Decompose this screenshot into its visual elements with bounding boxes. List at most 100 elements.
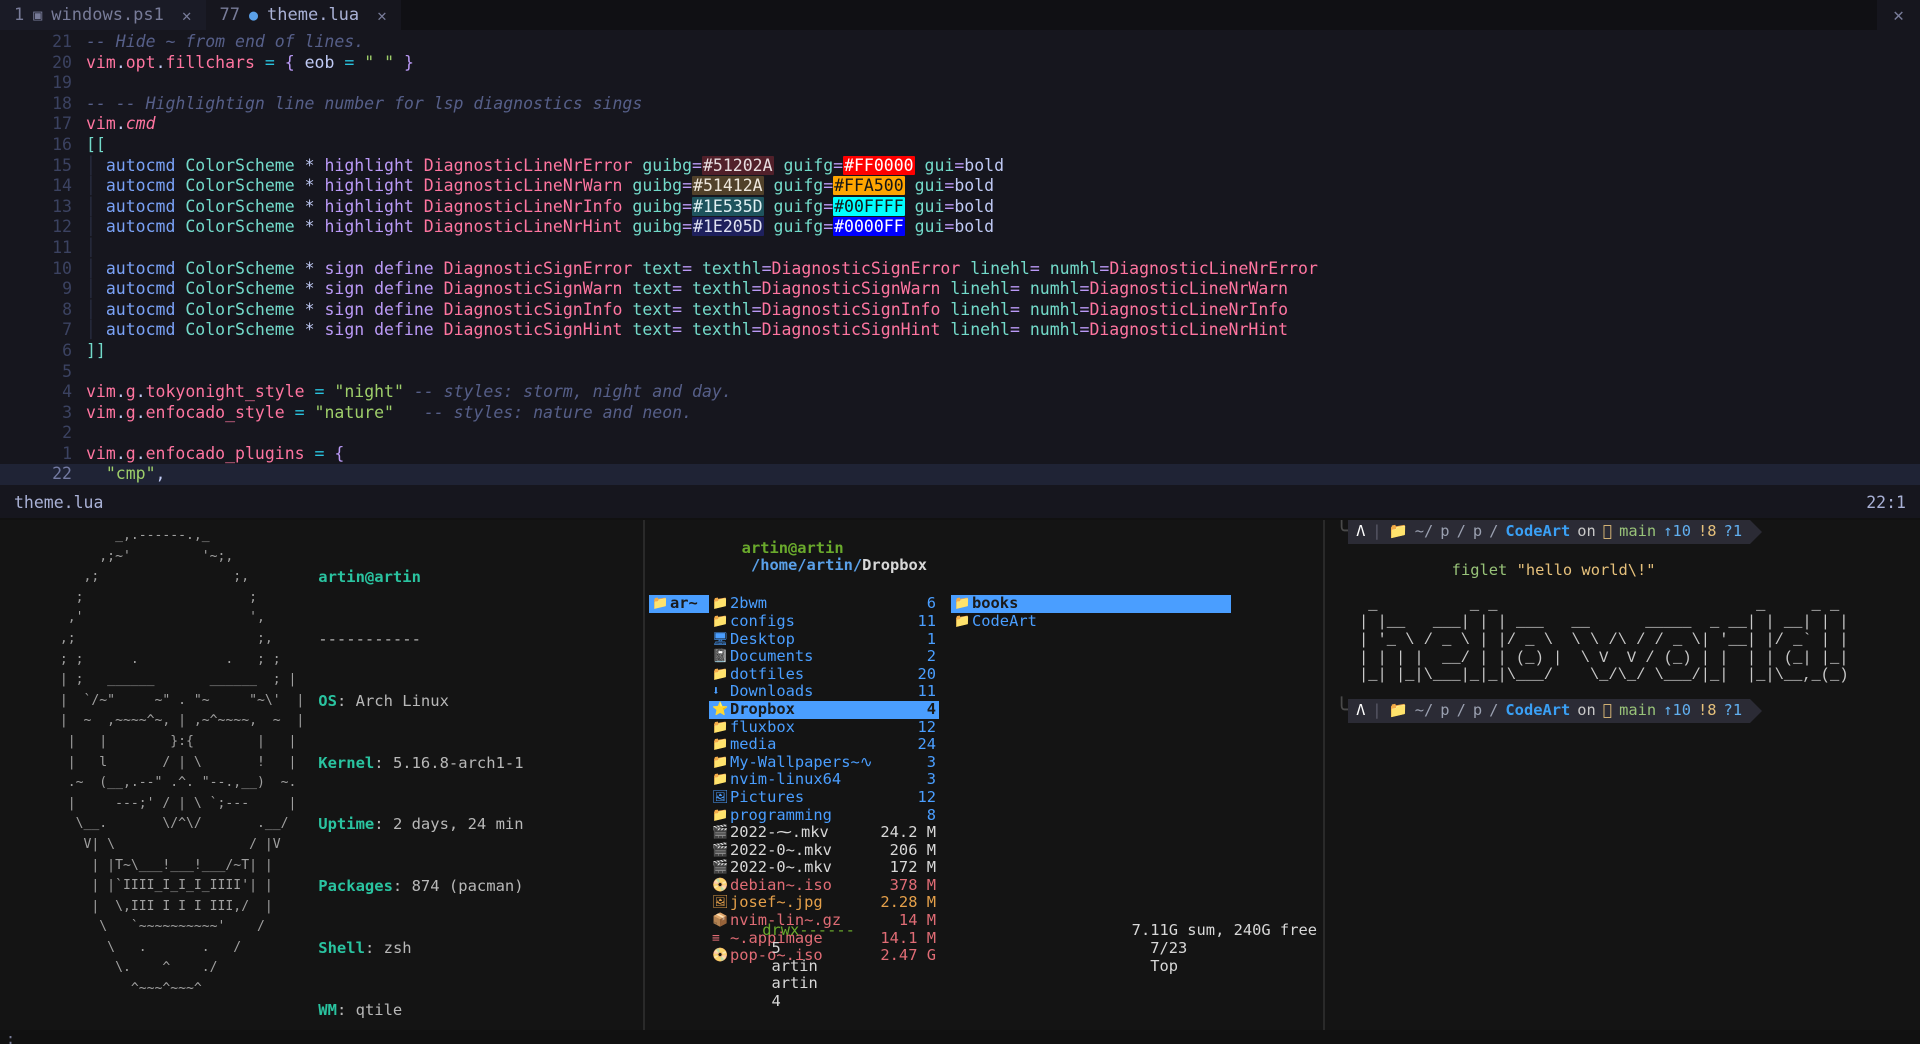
item-size: 12 [917, 787, 936, 806]
code-line: 4 vim.g.tokyonight_style = "night" -- st… [0, 382, 1920, 403]
shell-prompt: ╰ Λ | 📁 ~/p/p/CodeArt on  main ↑10 !8 ?… [1335, 698, 1920, 723]
close-icon[interactable]: ✕ [182, 6, 192, 25]
item-size: 11 [917, 682, 936, 701]
ranger-item-selected[interactable]: ⭐ Dropbox 4 [709, 699, 939, 719]
documents-icon: 📓 [712, 649, 729, 665]
item-label: debian~.iso [730, 875, 832, 894]
item-size: 11 [917, 611, 936, 630]
line-number: 17 [52, 114, 72, 134]
statusline-filename: theme.lua [14, 493, 104, 512]
prompt-segment: Λ | 📁 ~/p/p/CodeArt on  main ↑10 !8 ?1 [1348, 520, 1751, 544]
arch-logo-icon: Λ [1356, 522, 1366, 541]
ranger-item[interactable]: 📁 2bwm 6 [709, 595, 939, 613]
command-name: figlet [1451, 560, 1508, 579]
shell-command-line[interactable]: figlet "hello world\!" [1359, 544, 1920, 597]
ranger-user: artin@artin [741, 538, 844, 557]
ranger-item[interactable]: 📓 Documents 2 [709, 648, 939, 666]
item-label: nvim-linux64 [730, 770, 842, 789]
file-permissions: drwx------ [762, 921, 855, 940]
folder-icon: 📁 [712, 754, 729, 770]
prompt-tail-icon [1750, 698, 1763, 723]
code-line: 12 │ autocmd ColorScheme * highlight Dia… [0, 217, 1920, 238]
prompt-tail-icon [1750, 520, 1763, 544]
iso-file-icon: 📀 [712, 877, 729, 893]
git-modified-count: !8 [1688, 522, 1717, 541]
vim-cmdline[interactable]: : [0, 1030, 1920, 1044]
item-size: 1 [926, 629, 936, 648]
close-icon[interactable]: ✕ [377, 6, 387, 25]
line-number: 10 [52, 258, 72, 278]
item-label: configs [730, 611, 795, 630]
tab-number: 1 [14, 5, 25, 25]
neofetch-pane[interactable]: _,.------.,_ ,;~' '~;, ,; ;, ; ; ,' ', ,… [0, 520, 645, 1032]
group: artin [771, 974, 818, 993]
ranger-item[interactable]: 📁 programming 8 [709, 806, 939, 825]
editor-tab-theme-lua[interactable]: 77 ● theme.lua ✕ [205, 0, 401, 30]
line-number: 9 [62, 279, 72, 299]
line-number: 18 [52, 93, 72, 113]
desktop-root: 1 ▣ windows.ps1 ✕ 77 ● theme.lua ✕ ✕ 21 … [0, 0, 1920, 1044]
ranger-item[interactable]: ⬇ Downloads 11 [709, 683, 939, 701]
dropbox-icon: ⭐ [712, 701, 729, 717]
code-line: 20 vim.opt.fillchars = { eob = " " } [0, 53, 1920, 74]
code-line: 7 │ autocmd ColorScheme * sign define Di… [0, 320, 1920, 341]
prompt-path-p2: p [1472, 700, 1483, 719]
neofetch-row: WM: qtile [318, 1000, 403, 1019]
desktop-icon: 🖥 [712, 631, 729, 647]
command-argument: "hello world\!" [1516, 560, 1656, 579]
item-size: 3 [926, 752, 936, 771]
item-size: 3 [926, 770, 936, 789]
ranger-item[interactable]: 📁 My-Wallpapers~∿ 3 [709, 752, 939, 772]
line-number: 16 [52, 134, 72, 154]
ranger-item[interactable]: 🎬 2022-0~.mkv 206 M [709, 840, 939, 860]
line-number: 19 [52, 73, 72, 93]
ranger-item[interactable]: 📁 dotfiles 20 [709, 664, 939, 684]
folder-icon: 📁 [712, 613, 729, 629]
ranger-item[interactable]: 🎬 2022-⁓.mkv 24.2 M [709, 823, 939, 842]
ranger-pane[interactable]: artin@artin /home/artin/Dropbox 📁 ar~ 📁 2b… [645, 520, 1325, 1032]
code-line: 19 [0, 73, 1920, 94]
ranger-item[interactable]: 🖥 Desktop 1 [709, 629, 939, 649]
git-untracked-count: ?1 [1714, 700, 1743, 719]
ranger-item[interactable]: 🖼 Pictures 12 [709, 787, 939, 807]
prompt-path-p2: p [1472, 522, 1483, 541]
video-file-icon: 🎬 [712, 860, 729, 876]
line-number: 4 [62, 382, 72, 402]
editor-tab-windows-ps1[interactable]: 1 ▣ windows.ps1 ✕ [0, 0, 206, 30]
item-size: 6 [926, 594, 936, 613]
window-close-icon[interactable]: ✕ [1877, 5, 1920, 26]
item-size: 24.2 M [880, 823, 936, 842]
line-number: 8 [62, 299, 72, 319]
item-label: dotfiles [730, 664, 805, 683]
ranger-item[interactable]: 📁 configs 11 [709, 611, 939, 631]
ranger-item[interactable]: 📁 fluxbox 12 [709, 718, 939, 737]
code-line: 16 [[ [0, 135, 1920, 156]
folder-icon: 📁 [1388, 700, 1408, 719]
line-number: 5 [62, 361, 72, 381]
item-size: 206 M [889, 840, 936, 859]
git-branch-name: main [1609, 522, 1656, 541]
folder-icon: 📁 [712, 772, 729, 788]
ranger-preview-item[interactable]: 📁 books [951, 595, 1231, 613]
ranger-item[interactable]: 📁 nvim-linux64 3 [709, 771, 939, 789]
line-number: 11 [52, 237, 72, 257]
line-number: 21 [52, 32, 72, 51]
item-label: books [972, 594, 1019, 613]
code-line: 6 ]] [0, 341, 1920, 362]
ranger-item[interactable]: 🎬 2022-0~.mkv 172 M [709, 859, 939, 877]
ranger-preview-item[interactable]: 📁 CodeArt [951, 612, 1231, 631]
neofetch-info: artin@artin ----------- OS: Arch Linux K… [304, 526, 523, 1032]
ranger-parent-item[interactable]: 📁 ar~ [649, 595, 709, 613]
folder-icon: 📁 [1388, 522, 1408, 541]
code-line: 9 │ autocmd ColorScheme * sign define Di… [0, 279, 1920, 300]
ranger-item[interactable]: 📀 debian~.iso 378 M [709, 875, 939, 895]
shell-terminal-pane[interactable]: ╰ Λ | 📁 ~/p/p/CodeArt on  main ↑10 !8 ?… [1325, 520, 1920, 1032]
item-label: Desktop [730, 629, 795, 648]
editor-buffer[interactable]: 21 -- Hide ~ from end of lines. 20 vim.o… [0, 30, 1920, 506]
prompt-path-last: CodeArt [1505, 700, 1571, 719]
item-label: ar~ [670, 594, 698, 613]
neofetch-row: Kernel: 5.16.8-arch1-1 [318, 753, 524, 772]
downloads-icon: ⬇ [712, 684, 720, 700]
ranger-item[interactable]: 📁 media 24 [709, 736, 939, 754]
item-label: Dropbox [730, 699, 795, 718]
